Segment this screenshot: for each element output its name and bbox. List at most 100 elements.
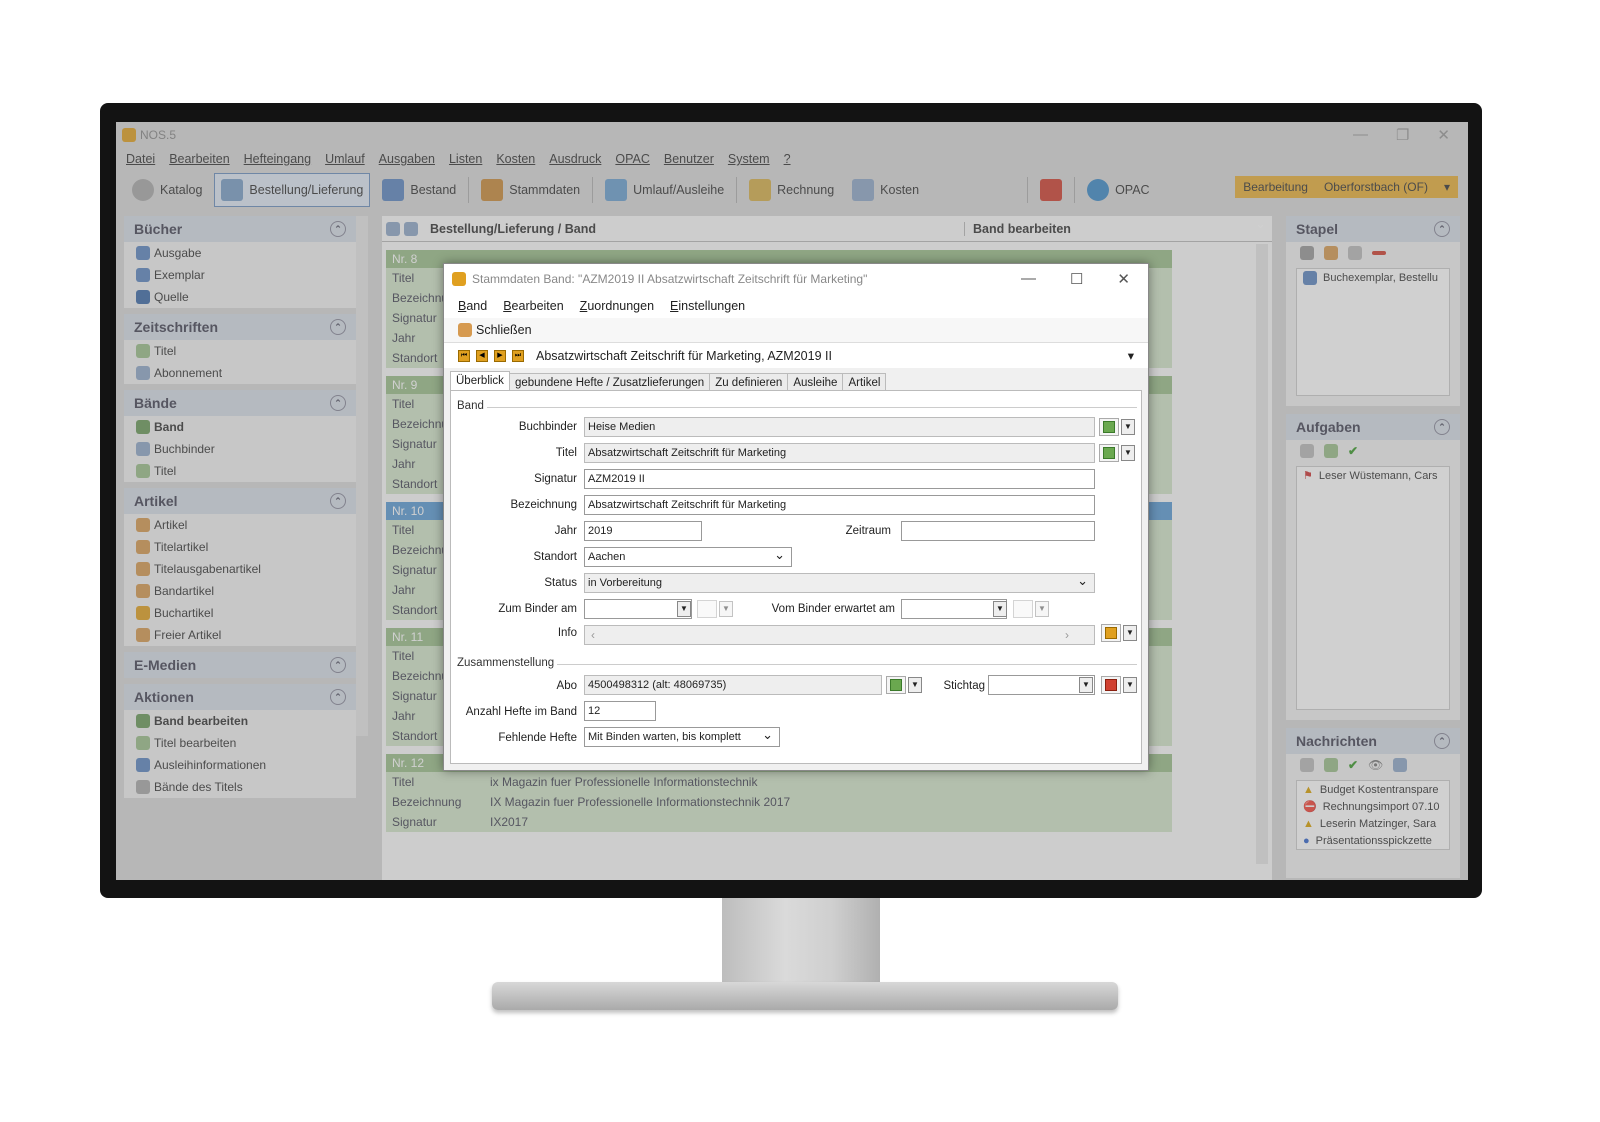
- sidebar-item-bandartikel[interactable]: Bandartikel: [124, 580, 356, 602]
- menu-hefteingang[interactable]: Hefteingang: [244, 152, 311, 166]
- menu-datei[interactable]: Datei: [126, 152, 155, 166]
- menu-opac[interactable]: OPAC: [615, 152, 650, 166]
- sidebar-item-titel[interactable]: Titel: [124, 340, 356, 362]
- sidebar-item-artikel[interactable]: Artikel: [124, 514, 356, 536]
- collapse-icon[interactable]: ⌃: [330, 493, 346, 509]
- collapse-icon[interactable]: ⌃: [1434, 733, 1450, 749]
- menu-einstellungen[interactable]: Einstellungen: [670, 299, 745, 313]
- menu-band[interactable]: Band: [458, 299, 487, 313]
- collapse-icon[interactable]: ⌃: [330, 657, 346, 673]
- export-icon[interactable]: [1324, 246, 1338, 260]
- tab-ueberblick[interactable]: Überblick: [450, 371, 510, 392]
- view-icon[interactable]: 👁: [1368, 758, 1383, 772]
- lookup-icon[interactable]: [1099, 444, 1119, 462]
- grid-view-icon[interactable]: [386, 221, 400, 236]
- menu-kosten[interactable]: Kosten: [496, 152, 535, 166]
- sidebar-item-ausgabe[interactable]: Ausgabe: [124, 242, 356, 264]
- menu-umlauf[interactable]: Umlauf: [325, 152, 365, 166]
- panel-header[interactable]: Bücher ⌃: [124, 216, 356, 242]
- sidebar-item-freier-artikel[interactable]: Freier Artikel: [124, 624, 356, 646]
- list-item[interactable]: ▲ Leserin Matzinger, Sara: [1297, 815, 1449, 832]
- maximize-icon[interactable]: ☐: [1070, 270, 1083, 288]
- menu-ausdruck[interactable]: Ausdruck: [549, 152, 601, 166]
- abo-field[interactable]: 4500498312 (alt: 48069735): [584, 675, 882, 695]
- calendar-icon[interactable]: [1013, 600, 1033, 618]
- calendar-icon[interactable]: [1101, 676, 1121, 694]
- panel-header[interactable]: Zeitschriften ⌃: [124, 314, 356, 340]
- print-icon[interactable]: [1300, 246, 1314, 260]
- zum-binder-date[interactable]: [584, 599, 692, 619]
- action-band-bearbeiten[interactable]: Band bearbeiten: [124, 710, 356, 732]
- sidebar-scrollbar[interactable]: [356, 216, 368, 736]
- dropdown-arrow-icon[interactable]: ▼: [1121, 419, 1135, 435]
- sidebar-item-buchartikel[interactable]: Buchartikel: [124, 602, 356, 624]
- dropdown-arrow-icon[interactable]: ▼: [1123, 625, 1137, 641]
- list-item[interactable]: ▲ Budget Kostentranspare: [1297, 781, 1449, 798]
- vom-binder-date[interactable]: [901, 599, 1007, 619]
- close-button[interactable]: Schließen: [458, 323, 532, 337]
- collapse-icon[interactable]: ⌃: [1434, 221, 1450, 237]
- buchbinder-field[interactable]: Heise Medien: [584, 417, 1095, 437]
- list-item[interactable]: Buchexemplar, Bestellu: [1297, 269, 1449, 286]
- menu-bearbeiten[interactable]: Bearbeiten: [169, 152, 229, 166]
- menu-bearbeiten[interactable]: Bearbeiten: [503, 299, 563, 313]
- list-item[interactable]: ⛔ Rechnungsimport 07.10: [1297, 798, 1449, 815]
- list-item[interactable]: ● Präsentationsspickzette: [1297, 832, 1449, 849]
- toolbar-bestand[interactable]: Bestand: [376, 173, 462, 207]
- sidebar-item-band[interactable]: Band: [124, 416, 356, 438]
- toolbar-kosten[interactable]: Kosten: [846, 173, 925, 207]
- edit-icon[interactable]: [1300, 758, 1314, 772]
- toolbar-katalog[interactable]: Katalog: [126, 173, 208, 207]
- toolbar-stammdaten[interactable]: Stammdaten: [475, 173, 586, 207]
- menu-benutzer[interactable]: Benutzer: [664, 152, 714, 166]
- dropdown-arrow-icon[interactable]: ▼: [1123, 677, 1137, 693]
- dropdown-arrow-icon[interactable]: ▼: [993, 601, 1007, 617]
- new-task-icon[interactable]: [1324, 444, 1338, 458]
- info-field[interactable]: [584, 625, 1095, 645]
- toolbar-bestellung[interactable]: Bestellung/Lieferung: [214, 173, 371, 207]
- collapse-icon[interactable]: ⌃: [330, 689, 346, 705]
- toolbar-rechnung[interactable]: Rechnung: [743, 173, 840, 207]
- status-location-bar[interactable]: Bearbeitung Oberforstbach (OF) ▾: [1235, 176, 1458, 198]
- dropdown-arrow-icon[interactable]: ▼: [719, 601, 733, 617]
- panel-header[interactable]: Artikel ⌃: [124, 488, 356, 514]
- minimize-icon[interactable]: —: [1021, 270, 1036, 288]
- close-icon[interactable]: ✕: [1117, 270, 1130, 288]
- edit-icon[interactable]: [1300, 444, 1314, 458]
- check-icon[interactable]: ✔: [1348, 758, 1358, 772]
- signatur-field[interactable]: AZM2019 II: [584, 469, 1095, 489]
- titel-field[interactable]: Absatzwirtschaft Zeitschrift für Marketi…: [584, 443, 1095, 463]
- action-ausleihinformationen[interactable]: Ausleihinformationen: [124, 754, 356, 776]
- grid-icon[interactable]: [1393, 758, 1408, 772]
- toolbar-opac[interactable]: OPAC: [1081, 173, 1156, 207]
- panel-header[interactable]: Nachrichten ⌃: [1286, 728, 1460, 754]
- chevron-right-icon[interactable]: ›: [1065, 628, 1069, 642]
- panel-header[interactable]: Stapel ⌃: [1286, 216, 1460, 242]
- next-record-icon[interactable]: ▶: [494, 349, 506, 362]
- collapse-icon[interactable]: ⌃: [330, 319, 346, 335]
- sidebar-item-band-titel[interactable]: Titel: [124, 460, 356, 482]
- panel-header[interactable]: Bände ⌃: [124, 390, 356, 416]
- sidebar-item-titelartikel[interactable]: Titelartikel: [124, 536, 356, 558]
- sidebar-item-quelle[interactable]: Quelle: [124, 286, 356, 308]
- calendar-icon[interactable]: [697, 600, 717, 618]
- chevron-down-icon[interactable]: ▾: [1128, 348, 1134, 363]
- menu-zuordnungen[interactable]: Zuordnungen: [580, 299, 654, 313]
- zeitraum-field[interactable]: [901, 521, 1095, 541]
- fehlende-hefte-select[interactable]: Mit Binden warten, bis komplett: [584, 727, 780, 747]
- anzahl-hefte-field[interactable]: 12: [584, 701, 656, 721]
- list-item[interactable]: ⚑ Leser Wüstemann, Cars: [1297, 467, 1449, 484]
- panel-header[interactable]: Aktionen ⌃: [124, 684, 356, 710]
- menu-system[interactable]: System: [728, 152, 770, 166]
- content-scrollbar[interactable]: [1256, 244, 1268, 864]
- dropdown-arrow-icon[interactable]: ▼: [1035, 601, 1049, 617]
- prev-record-icon[interactable]: ◀: [476, 349, 488, 362]
- sidebar-item-exemplar[interactable]: Exemplar: [124, 264, 356, 286]
- menu-ausgaben[interactable]: Ausgaben: [379, 152, 435, 166]
- close-icon[interactable]: ✕: [1437, 126, 1450, 144]
- toolbar-pdf[interactable]: [1034, 173, 1068, 207]
- lookup-icon[interactable]: [1099, 418, 1119, 436]
- status-select[interactable]: in Vorbereitung: [584, 573, 1095, 593]
- menu-listen[interactable]: Listen: [449, 152, 482, 166]
- standort-select[interactable]: Aachen: [584, 547, 792, 567]
